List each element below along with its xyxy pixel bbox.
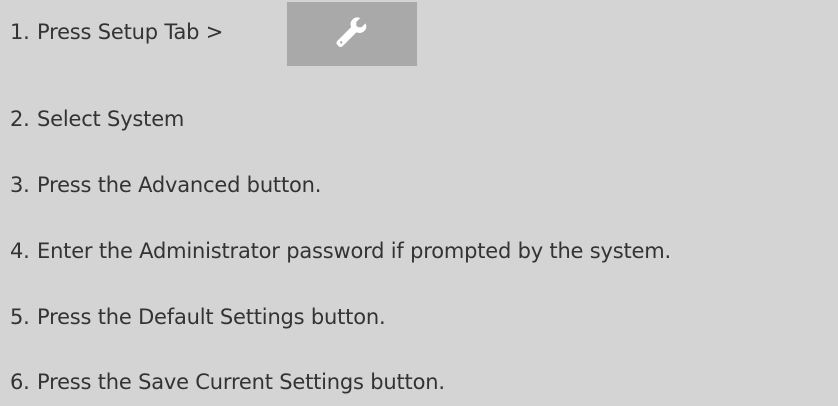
setup-tab-button[interactable] (287, 2, 417, 66)
wrench-icon (336, 17, 367, 48)
step-number: 2. (10, 107, 30, 131)
step-number: 1. (10, 20, 30, 44)
step-number: 4. (10, 239, 30, 263)
step-text: Select System (37, 107, 185, 131)
step-text: Press the Default Settings button. (37, 305, 386, 329)
step-text: Enter the Administrator password if prom… (37, 239, 671, 263)
step-6: 6. Press the Save Current Settings button… (10, 369, 445, 395)
step-text: Press the Advanced button. (37, 173, 322, 197)
step-5: 5. Press the Default Settings button. (10, 304, 386, 330)
step-number: 6. (10, 370, 30, 394)
step-4: 4. Enter the Administrator password if pr… (10, 238, 671, 264)
instruction-steps: 1. Press Setup Tab > 2. Select System 3. Pr… (0, 0, 838, 406)
step-number: 5. (10, 305, 30, 329)
step-2: 2. Select System (10, 106, 184, 132)
step-text: Press Setup Tab > (37, 20, 224, 44)
step-3: 3. Press the Advanced button. (10, 172, 321, 198)
step-number: 3. (10, 173, 30, 197)
step-text: Press the Save Current Settings button. (37, 370, 445, 394)
step-1: 1. Press Setup Tab > (10, 19, 223, 45)
